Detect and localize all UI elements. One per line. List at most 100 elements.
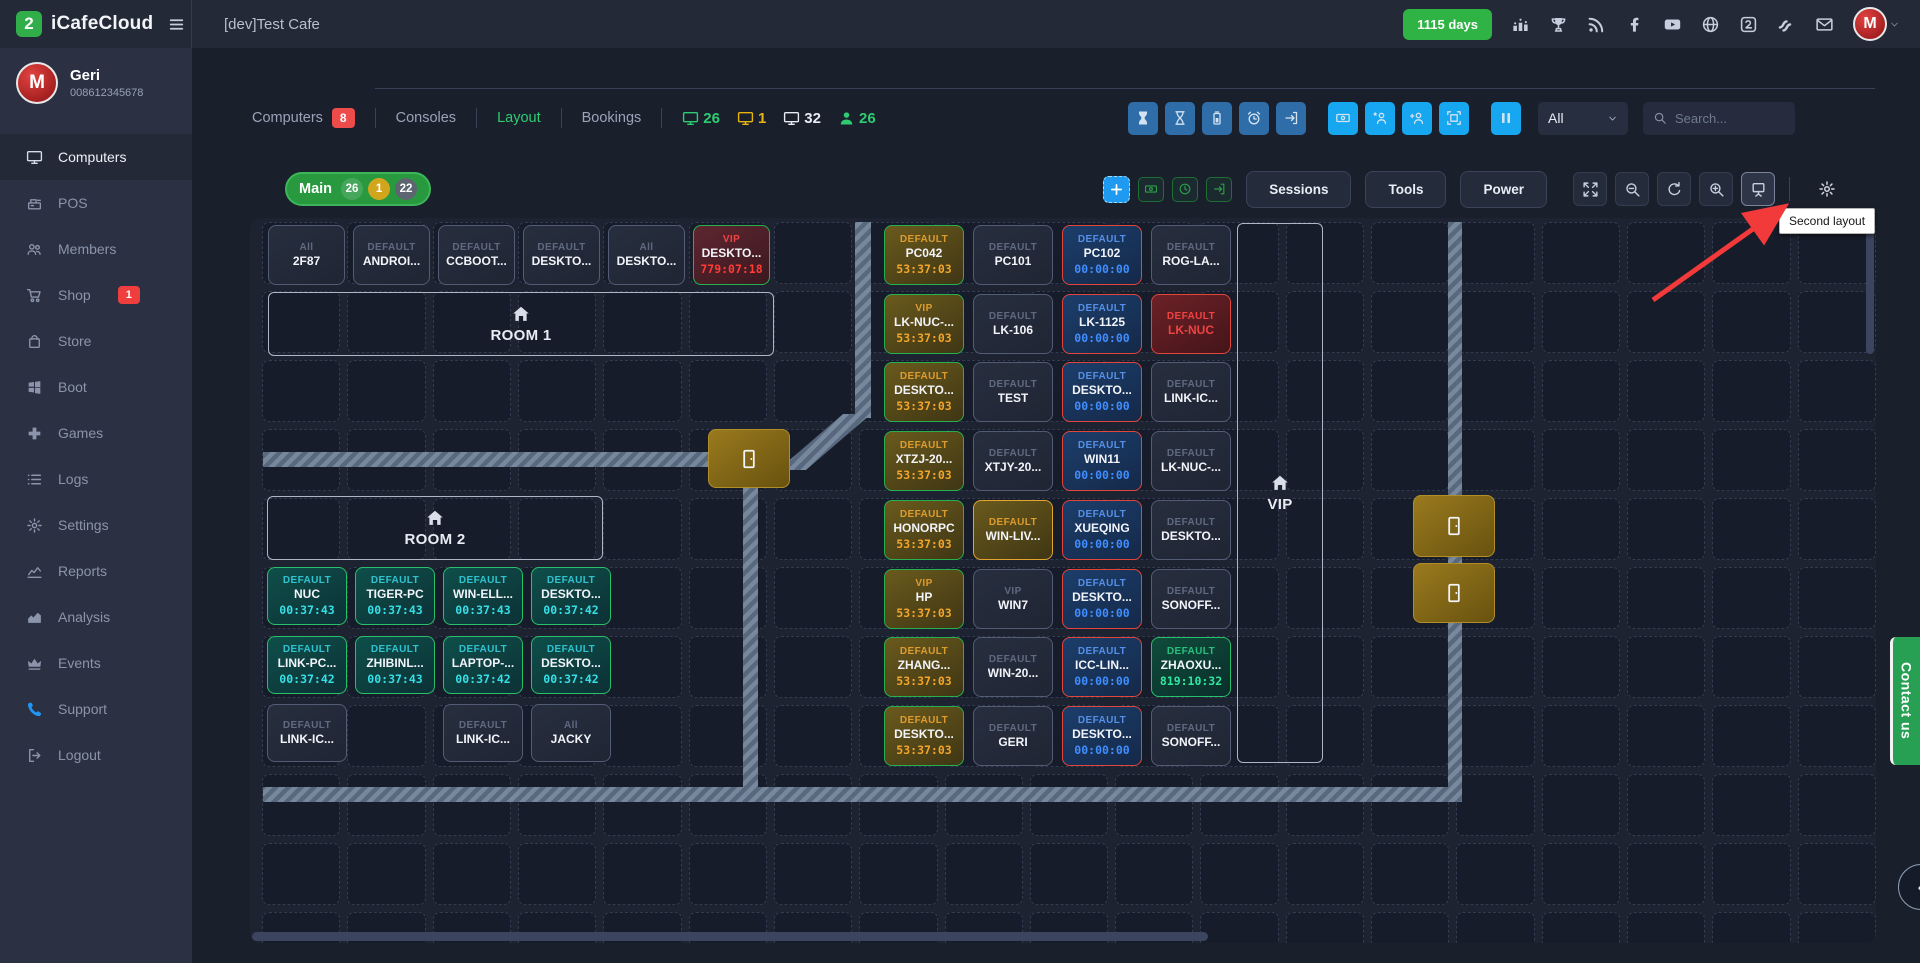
computer-tile[interactable]: DEFAULTWIN-ELL...00:37:43 [443, 567, 523, 625]
computer-tile[interactable]: DEFAULTWIN1100:00:00 [1062, 431, 1142, 491]
sidebar-item-reports[interactable]: Reports [0, 548, 192, 594]
sign-out-button[interactable] [1206, 177, 1232, 202]
battery-button[interactable] [1202, 102, 1232, 135]
layout-tab-main[interactable]: Main 26122 [285, 172, 431, 206]
status-filter-select[interactable]: All [1538, 102, 1628, 135]
computer-tile[interactable]: DEFAULTDESKTO...53:37:03 [884, 706, 964, 766]
avatar[interactable]: M [1853, 7, 1887, 41]
computer-tile[interactable]: DEFAULTLINK-IC... [267, 704, 347, 762]
add-layout-button[interactable] [1103, 176, 1130, 203]
gear-icon[interactable] [1818, 180, 1836, 198]
computer-tile[interactable]: DEFAULTZHANG...53:37:03 [884, 637, 964, 697]
computer-tile[interactable]: DEFAULTTEST [973, 362, 1053, 422]
clock-button[interactable] [1172, 177, 1198, 202]
room-zone-room1[interactable]: ROOM 1 [268, 292, 774, 356]
computer-tile[interactable]: DEFAULTDESKTO... [523, 225, 600, 285]
computer-tile[interactable]: DEFAULTICC-LIN...00:00:00 [1062, 637, 1142, 697]
computer-tile[interactable]: DEFAULTLK-NUC-... [1151, 431, 1231, 491]
search-input[interactable] [1675, 111, 1785, 126]
rss-icon[interactable] [1587, 15, 1606, 34]
computer-tile[interactable]: DEFAULTXUEQING00:00:00 [1062, 500, 1142, 560]
room-zone-vip[interactable]: VIP [1237, 223, 1323, 763]
sidebar-item-members[interactable]: Members [0, 226, 192, 272]
computer-tile[interactable]: DEFAULTCCBOOT... [438, 225, 515, 285]
sidebar-item-settings[interactable]: Settings [0, 502, 192, 548]
sidebar-item-analysis[interactable]: Analysis [0, 594, 192, 640]
computer-tile[interactable]: DEFAULTLINK-IC... [1151, 362, 1231, 422]
contact-us-button[interactable]: Contact us [1890, 637, 1920, 765]
computer-tile[interactable]: DEFAULTLAPTOP-...00:37:42 [443, 636, 523, 694]
computer-tile[interactable]: DEFAULTGERI [973, 706, 1053, 766]
trophy-icon[interactable] [1549, 15, 1568, 34]
power-button[interactable]: Power [1460, 171, 1547, 208]
tab-layout[interactable]: Layout [477, 110, 561, 126]
computer-tile[interactable]: DEFAULTLK-106 [973, 294, 1053, 354]
second-layout-button[interactable] [1741, 172, 1775, 206]
sidebar-item-store[interactable]: Store [0, 318, 192, 364]
days-remaining-badge[interactable]: 1115 days [1403, 9, 1492, 40]
computer-tile[interactable]: VIPDESKTO...779:07:18 [693, 225, 770, 285]
horizontal-scrollbar[interactable] [252, 932, 1208, 941]
computer-tile[interactable]: VIPHP53:37:03 [884, 569, 964, 629]
sign-out-button[interactable] [1276, 102, 1306, 135]
computer-tile[interactable]: DEFAULTDESKTO...00:00:00 [1062, 569, 1142, 629]
globe-icon[interactable] [1701, 15, 1720, 34]
tab-computers[interactable]: Computers8 [252, 108, 375, 128]
sidebar-item-events[interactable]: Events [0, 640, 192, 686]
computer-tile[interactable]: DEFAULTPC101 [973, 225, 1053, 285]
computer-tile[interactable]: DEFAULTDESKTO...00:37:42 [531, 636, 611, 694]
computer-tile[interactable]: DEFAULTSONOFF... [1151, 706, 1231, 766]
sessions-button[interactable]: Sessions [1246, 171, 1351, 208]
sidebar-item-support[interactable]: Support [0, 686, 192, 732]
computer-tile[interactable]: DEFAULTNUC00:37:43 [267, 567, 347, 625]
computer-tile[interactable]: DEFAULTDESKTO...53:37:03 [884, 362, 964, 422]
layout-canvas[interactable]: ROOM 1 ROOM 2 VIP All2F87DEFAULTANDROI..… [250, 218, 1876, 943]
sidebar-item-games[interactable]: Games [0, 410, 192, 456]
alarm-clock-button[interactable] [1239, 102, 1269, 135]
computer-tile[interactable]: DEFAULTZHIBINL...00:37:43 [355, 636, 435, 694]
vertical-scrollbar[interactable] [1866, 222, 1874, 354]
sidebar-item-boot[interactable]: Boot [0, 364, 192, 410]
pause-button[interactable] [1491, 102, 1521, 135]
computer-tile[interactable]: DEFAULTXTZJ-20...53:37:03 [884, 431, 964, 491]
computer-tile[interactable]: DEFAULTXTJY-20... [973, 431, 1053, 491]
computer-tile[interactable]: VIPLK-NUC-...53:37:03 [884, 294, 964, 354]
computer-tile[interactable]: DEFAULTTIGER-PC00:37:43 [355, 567, 435, 625]
sidebar-item-pos[interactable]: POS [0, 180, 192, 226]
computer-tile[interactable]: DEFAULTDESKTO...00:00:00 [1062, 706, 1142, 766]
computer-tile[interactable]: DEFAULTWIN-LIV... [973, 500, 1053, 560]
door-tile[interactable] [1413, 563, 1495, 623]
zoom-in-button[interactable] [1699, 172, 1733, 206]
facebook-icon[interactable] [1625, 15, 1644, 34]
scan-button[interactable] [1439, 102, 1469, 135]
computer-tile[interactable]: DEFAULTHONORPC53:37:03 [884, 500, 964, 560]
computer-tile[interactable]: DEFAULTDESKTO...00:37:42 [531, 567, 611, 625]
sidebar-item-logout[interactable]: Logout [0, 732, 192, 778]
computer-tile[interactable]: AllDESKTO... [608, 225, 685, 285]
computer-tile[interactable]: DEFAULTANDROI... [353, 225, 430, 285]
computer-tile[interactable]: DEFAULTROG-LA... [1151, 225, 1231, 285]
slippers-icon[interactable] [1777, 15, 1796, 34]
hourglass-button[interactable] [1165, 102, 1195, 135]
computer-tile[interactable]: DEFAULTLINK-PC...00:37:42 [267, 636, 347, 694]
user-menu[interactable]: M [1853, 7, 1900, 41]
zoom-out-button[interactable] [1615, 172, 1649, 206]
computer-tile[interactable]: All2F87 [268, 225, 345, 285]
user-plus-button[interactable] [1402, 102, 1432, 135]
computer-tile[interactable]: DEFAULTWIN-20... [973, 637, 1053, 697]
tab-consoles[interactable]: Consoles [376, 110, 476, 126]
computer-tile[interactable]: DEFAULTLK-112500:00:00 [1062, 294, 1142, 354]
room-zone-room2[interactable]: ROOM 2 [267, 496, 603, 560]
computer-tile[interactable]: VIPWIN7 [973, 569, 1053, 629]
youtube-icon[interactable] [1663, 15, 1682, 34]
computer-tile[interactable]: DEFAULTSONOFF... [1151, 569, 1231, 629]
computer-tile[interactable]: DEFAULTZHAOXU...819:10:32 [1151, 637, 1231, 697]
hamburger-menu-icon[interactable] [168, 16, 185, 33]
door-tile[interactable] [1413, 495, 1495, 557]
sidebar-item-shop[interactable]: Shop1 [0, 272, 192, 318]
icafe-icon[interactable] [1739, 15, 1758, 34]
banknote-button[interactable] [1138, 177, 1164, 202]
mail-icon[interactable] [1815, 15, 1834, 34]
sidebar-item-computers[interactable]: Computers [0, 134, 192, 180]
user-star-button[interactable] [1365, 102, 1395, 135]
